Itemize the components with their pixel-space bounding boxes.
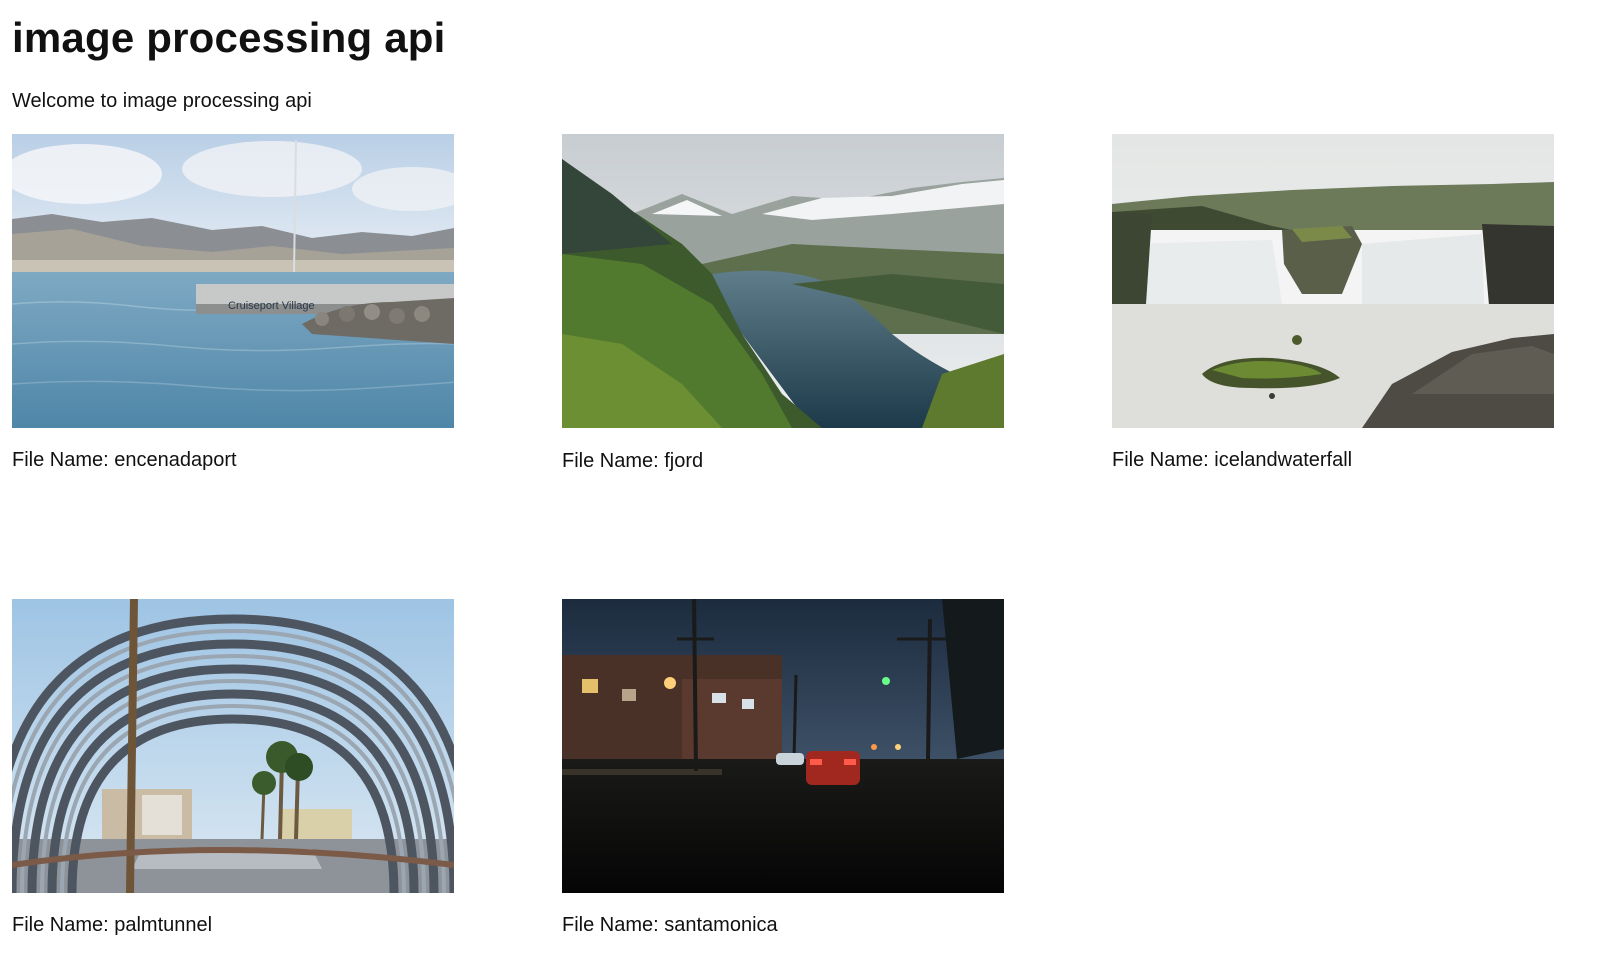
file-name-caption: File Name: fjord	[562, 450, 704, 472]
image-card-santamonica: File Name: santamonica	[562, 599, 1004, 936]
file-name-caption: File Name: palmtunnel	[12, 914, 213, 936]
file-name-caption: File Name: icelandwaterfall	[1112, 449, 1353, 471]
image-card-palmtunnel: File Name: palmtunnel	[12, 599, 454, 936]
image-santamonica[interactable]	[562, 599, 1004, 893]
sign-text: Cruiseport Village	[228, 300, 315, 312]
image-card-fjord: File Name: fjord	[562, 134, 1004, 472]
page-title: image processing api	[12, 14, 446, 61]
image-card-icelandwaterfall: File Name: icelandwaterfall	[1112, 134, 1554, 471]
file-name-caption: File Name: santamonica	[562, 914, 778, 936]
image-icelandwaterfall[interactable]	[1112, 134, 1554, 428]
image-encenadaport[interactable]: Cruiseport Village	[12, 134, 454, 428]
image-fjord[interactable]	[562, 134, 1004, 428]
image-card-encenadaport: Cruiseport Village File Name: encenadapo…	[12, 134, 454, 471]
welcome-text: Welcome to image processing api	[12, 90, 312, 112]
file-name-caption: File Name: encenadaport	[12, 449, 237, 471]
image-palmtunnel[interactable]	[12, 599, 454, 893]
